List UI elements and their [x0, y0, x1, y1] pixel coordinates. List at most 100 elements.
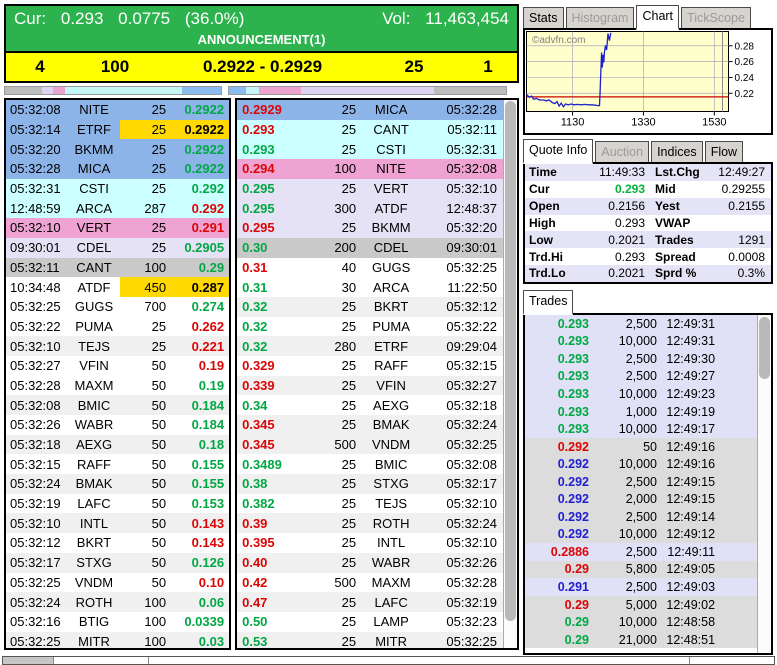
ask-scrollbar[interactable] — [503, 100, 517, 648]
ask-row[interactable]: 0.4025WABR05:32:26 — [237, 553, 503, 573]
trade-row[interactable]: 0.2921,00012:48:51 — [525, 631, 757, 649]
trade-row[interactable]: 0.295,00012:49:02 — [525, 596, 757, 614]
trade-row[interactable]: 0.29310,00012:49:23 — [525, 385, 757, 403]
ask-row[interactable]: 0.3130ARCA11:22:50 — [237, 277, 503, 297]
trades-scrollbar-thumb[interactable] — [759, 317, 770, 379]
depth-segment-cyan — [65, 87, 182, 94]
tab-trades[interactable]: Trades — [523, 290, 573, 315]
bid-row[interactable]: 05:32:18AEXG500.18 — [6, 435, 229, 455]
trade-row[interactable]: 0.2932,50012:49:31 — [525, 315, 757, 333]
trade-row[interactable]: 0.29310,00012:49:31 — [525, 333, 757, 351]
ask-row[interactable]: 0.33925VFIN05:32:27 — [237, 376, 503, 396]
trade-row[interactable]: 0.295,80012:49:05 — [525, 561, 757, 579]
ask-row[interactable]: 0.3925ROTH05:32:24 — [237, 513, 503, 533]
bid-row[interactable]: 05:32:27VFIN500.19 — [6, 356, 229, 376]
ask-price: 0.31 — [237, 260, 300, 275]
trade-row[interactable]: 0.29210,00012:49:16 — [525, 455, 757, 473]
ask-row[interactable]: 0.3225PUMA05:32:22 — [237, 317, 503, 337]
trade-row[interactable]: 0.2932,50012:49:27 — [525, 368, 757, 386]
ask-row[interactable]: 0.294100NITE05:32:08 — [237, 159, 503, 179]
trade-price: 0.293 — [525, 334, 589, 348]
trade-row[interactable]: 0.2910,00012:48:58 — [525, 613, 757, 631]
ask-row[interactable]: 0.32280ETRF09:29:04 — [237, 336, 503, 356]
ask-row[interactable]: 0.3825STXG05:32:17 — [237, 474, 503, 494]
ask-row[interactable]: 0.29325CSTI05:32:31 — [237, 139, 503, 159]
bid-row[interactable]: 05:32:16BTIG1000.0339 — [6, 612, 229, 632]
bid-row[interactable]: 12:48:59ARCA2870.292 — [6, 198, 229, 218]
ask-row[interactable]: 0.29325CANT05:32:11 — [237, 120, 503, 140]
tab-flow[interactable]: Flow — [705, 141, 743, 162]
bid-row[interactable]: 05:32:28MICA250.2922 — [6, 159, 229, 179]
trade-row[interactable]: 0.29210,00012:49:12 — [525, 526, 757, 544]
ask-row[interactable]: 0.3140GUGS05:32:25 — [237, 258, 503, 278]
trade-row[interactable]: 0.2932,50012:49:30 — [525, 350, 757, 368]
ask-mm: BMAK — [364, 417, 418, 432]
tab-quote-info[interactable]: Quote Info — [523, 139, 593, 164]
tab-chart[interactable]: Chart — [636, 5, 679, 30]
bid-row[interactable]: 05:32:10INTL500.143 — [6, 513, 229, 533]
tab-indices[interactable]: Indices — [651, 141, 703, 162]
ask-row[interactable]: 0.34525BMAK05:32:24 — [237, 415, 503, 435]
ask-mm: ETRF — [364, 339, 418, 354]
bid-row[interactable]: 05:32:31CSTI250.292 — [6, 179, 229, 199]
trade-row[interactable]: 0.2925012:49:16 — [525, 438, 757, 456]
bottom-scrollbar[interactable] — [2, 656, 775, 665]
bid-size-price: 250.262 — [120, 317, 229, 337]
ask-scrollbar-thumb[interactable] — [505, 101, 516, 621]
bid-row[interactable]: 09:30:01CDEL250.2905 — [6, 238, 229, 258]
bid-row[interactable]: 05:32:10VERT250.291 — [6, 218, 229, 238]
trade-row[interactable]: 0.2922,00012:49:15 — [525, 490, 757, 508]
bid-row[interactable]: 05:32:25GUGS7000.274 — [6, 297, 229, 317]
trade-row[interactable]: 0.2922,50012:49:15 — [525, 473, 757, 491]
bid-row[interactable]: 05:32:25MITR1000.03 — [6, 632, 229, 650]
trades-scrollbar[interactable] — [757, 315, 771, 653]
ask-price: 0.32 — [237, 339, 300, 354]
bid-row[interactable]: 05:32:26WABR500.184 — [6, 415, 229, 435]
ask-row[interactable]: 0.4725LAFC05:32:19 — [237, 592, 503, 612]
bid-row[interactable]: 05:32:20BKMM250.2922 — [6, 139, 229, 159]
trade-row[interactable]: 0.28862,50012:49:11 — [525, 543, 757, 561]
bid-row[interactable]: 05:32:24ROTH1000.06 — [6, 592, 229, 612]
bid-row[interactable]: 05:32:15RAFF500.155 — [6, 454, 229, 474]
ask-row[interactable]: 0.3425AEXG05:32:18 — [237, 395, 503, 415]
trade-row[interactable]: 0.2922,50012:49:14 — [525, 508, 757, 526]
trade-row[interactable]: 0.29310,00012:49:17 — [525, 420, 757, 438]
bid-row[interactable]: 05:32:08BMIC500.184 — [6, 395, 229, 415]
ask-row[interactable]: 0.29525BKMM05:32:20 — [237, 218, 503, 238]
bid-row[interactable]: 05:32:12BKRT500.143 — [6, 533, 229, 553]
ask-row[interactable]: 0.30200CDEL09:30:01 — [237, 238, 503, 258]
tab-auction[interactable]: Auction — [595, 141, 649, 162]
bid-row[interactable]: 05:32:19LAFC500.153 — [6, 494, 229, 514]
ask-row[interactable]: 0.29525VERT05:32:10 — [237, 179, 503, 199]
tab-tickscope[interactable]: TickScope — [681, 7, 751, 28]
ask-row[interactable]: 0.5325MITR05:32:25 — [237, 632, 503, 648]
ask-row[interactable]: 0.5025LAMP05:32:23 — [237, 612, 503, 632]
ask-row[interactable]: 0.295300ATDF12:48:37 — [237, 198, 503, 218]
bid-time: 05:32:28 — [6, 378, 68, 393]
ask-row[interactable]: 0.345500VNDM05:32:25 — [237, 435, 503, 455]
ask-row[interactable]: 0.42500MAXM05:32:28 — [237, 573, 503, 593]
ask-row[interactable]: 0.348925BMIC05:32:08 — [237, 454, 503, 474]
bid-row[interactable]: 05:32:08NITE250.2922 — [6, 100, 229, 120]
trade-row[interactable]: 0.2931,00012:49:19 — [525, 403, 757, 421]
ask-row[interactable]: 0.39525INTL05:32:10 — [237, 533, 503, 553]
bid-row[interactable]: 05:32:10TEJS250.221 — [6, 336, 229, 356]
bid-row[interactable]: 05:32:28MAXM500.19 — [6, 376, 229, 396]
announcement-banner[interactable]: ANNOUNCEMENT(1) — [6, 29, 517, 51]
ask-row[interactable]: 0.292925MICA05:32:28 — [237, 100, 503, 120]
bid-row[interactable]: 05:32:17STXG500.126 — [6, 553, 229, 573]
ask-row[interactable]: 0.3225BKRT05:32:12 — [237, 297, 503, 317]
bid-row[interactable]: 05:32:25VNDM500.10 — [6, 573, 229, 593]
ask-row[interactable]: 0.38225TEJS05:32:10 — [237, 494, 503, 514]
bid-row[interactable]: 05:32:11CANT1000.29 — [6, 258, 229, 278]
bottom-scrollbar-thumb[interactable] — [3, 657, 54, 664]
tab-histogram[interactable]: Histogram — [566, 7, 635, 28]
bid-row[interactable]: 05:32:22PUMA250.262 — [6, 317, 229, 337]
bid-row[interactable]: 05:32:24BMAK500.155 — [6, 474, 229, 494]
tab-stats[interactable]: Stats — [523, 7, 564, 28]
ask-mm: GUGS — [364, 260, 418, 275]
bid-row[interactable]: 10:34:48ATDF4500.287 — [6, 277, 229, 297]
bid-row[interactable]: 05:32:14ETRF250.2922 — [6, 120, 229, 140]
trade-row[interactable]: 0.2912,50012:49:03 — [525, 578, 757, 596]
ask-row[interactable]: 0.32925RAFF05:32:15 — [237, 356, 503, 376]
